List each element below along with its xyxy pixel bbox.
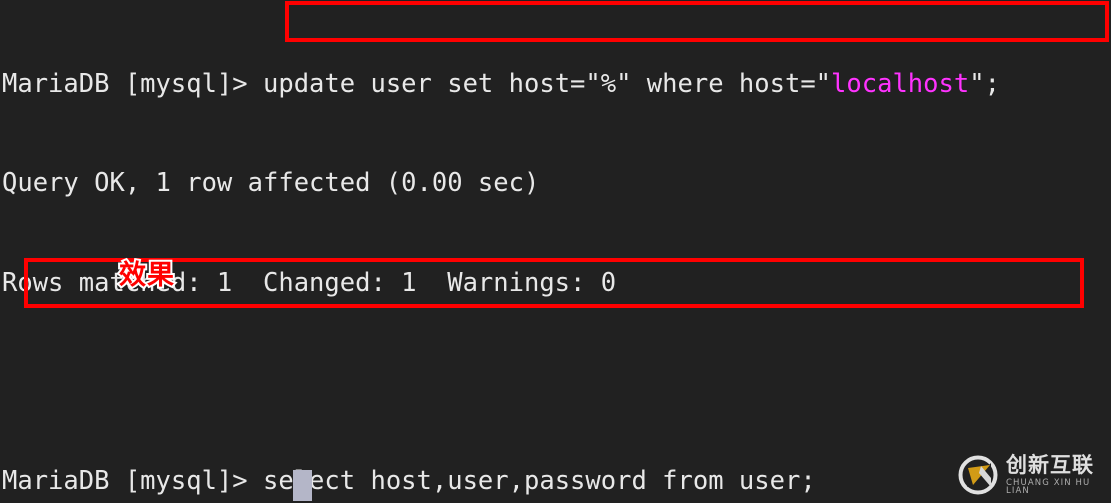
brand-logo-icon [958, 455, 998, 495]
terminal-output[interactable]: MariaDB [mysql]> update user set host="%… [0, 0, 1000, 503]
watermark-brand-pinyin: CHUANG XIN HU LIAN [1006, 477, 1091, 496]
terminal-line-line-2-query-ok: Query OK, 1 row affected (0.00 sec) [2, 168, 540, 199]
terminal-line-line-4-blank [2, 366, 1000, 399]
watermark-text: 创新互联 CHUANG XIN HU LIAN [1006, 452, 1105, 496]
terminal-line-line-5-prompt-select: MariaDB [mysql]> select host,user,passwo… [2, 466, 816, 497]
terminal-window: MariaDB [mysql]> update user set host="%… [0, 0, 1111, 503]
terminal-cursor [293, 470, 312, 501]
terminal-line-line-1-prompt-update: MariaDB [mysql]> update user set host="%… [2, 69, 1000, 100]
annotation-label-effect: 效果 [117, 260, 176, 291]
watermark-brand-cn: 创新互联 [1006, 452, 1094, 477]
watermark: 创新互联 CHUANG XIN HU LIAN [957, 451, 1105, 499]
